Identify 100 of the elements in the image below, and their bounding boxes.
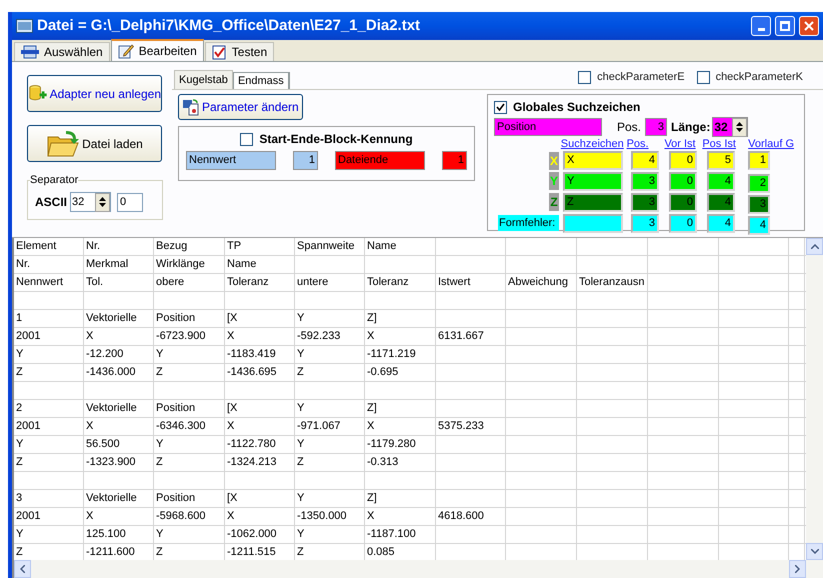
checkbox[interactable] <box>494 100 507 114</box>
column-header: Pos. <box>626 138 650 150</box>
table-cell: -12.200 <box>86 348 124 360</box>
value-field[interactable]: 0 <box>669 192 697 212</box>
value-field[interactable]: 0 <box>669 214 697 232</box>
table-cell: X <box>227 330 234 342</box>
value-field[interactable]: 3 <box>748 194 770 214</box>
table-cell: Position <box>156 492 196 504</box>
value-field[interactable]: Nennwert <box>186 151 276 170</box>
parameter-button[interactable]: Parameter ändern <box>178 94 303 120</box>
table-cell: -1187.100 <box>367 528 416 540</box>
table-cell: Element <box>16 240 56 252</box>
table-cell: Toleranz <box>367 276 409 288</box>
table-cell: 2001 <box>16 420 40 432</box>
value-field[interactable]: 4 <box>707 192 735 212</box>
table-cell: X <box>227 510 234 522</box>
length-label: Länge: <box>671 119 710 136</box>
tab[interactable]: Auswählen <box>14 42 110 61</box>
value-field[interactable]: Dateiende <box>335 151 425 170</box>
table-cell: -1183.419 <box>227 348 276 360</box>
table-cell: -592.233 <box>297 330 340 342</box>
checkbox[interactable] <box>696 70 710 84</box>
table-cell: [X <box>227 402 238 414</box>
column-header: Vor Ist <box>664 138 697 150</box>
table-cell: X <box>367 510 374 522</box>
inner-tab[interactable]: Kugelstab <box>174 70 233 89</box>
document-icon <box>182 98 200 116</box>
toolbar-button[interactable]: Adapter neu anlegen <box>27 75 162 112</box>
value-field[interactable]: 5 <box>707 151 735 170</box>
table-cell: obere <box>156 276 184 288</box>
table-cell: Spannweite <box>297 240 354 252</box>
error-label: Formfehler: <box>498 214 559 232</box>
table-cell: -1436.695 <box>227 366 277 378</box>
table-cell: Wirklänge <box>156 258 205 270</box>
table-cell: -1350.000 <box>297 510 347 522</box>
value-field[interactable]: 4 <box>707 172 735 190</box>
value-field[interactable]: 1 <box>293 151 318 170</box>
table-cell: Vektorielle <box>86 402 137 414</box>
minimize-button[interactable] <box>751 16 771 36</box>
value-field[interactable]: 3 <box>631 192 659 212</box>
value-field[interactable]: 4 <box>631 151 659 170</box>
pencil-icon <box>118 43 134 59</box>
pos-label: Pos. <box>617 119 642 136</box>
value-field[interactable]: 2 <box>748 174 770 192</box>
value-field[interactable]: 0 <box>669 151 697 170</box>
checkbox-label: checkParameterE <box>597 70 685 85</box>
table-cell: Z <box>156 456 163 468</box>
table-cell: 125.100 <box>86 528 126 540</box>
vertical-scrollbar[interactable] <box>806 238 823 560</box>
checklist-icon <box>212 44 227 60</box>
value-field[interactable]: 4 <box>707 214 735 232</box>
toolbar-button[interactable]: Datei laden <box>27 125 162 162</box>
pos-field[interactable]: 3 <box>645 118 668 136</box>
value-field[interactable]: 4 <box>748 216 770 234</box>
tab[interactable]: Testen <box>204 42 274 61</box>
inner-tab[interactable]: Endmass <box>232 72 290 89</box>
value-field[interactable]: 0 <box>669 172 697 190</box>
value-field[interactable]: Z <box>563 192 623 212</box>
bar-icon <box>21 45 39 59</box>
value-field[interactable]: X <box>563 151 623 170</box>
table-cell: -0.695 <box>367 366 398 378</box>
value-field[interactable]: Y <box>563 172 623 190</box>
table-cell: 3 <box>16 492 22 504</box>
table-cell: -1171.219 <box>367 348 416 360</box>
value-field[interactable] <box>563 214 623 232</box>
app-icon <box>16 19 33 33</box>
value-field[interactable]: 1 <box>442 151 467 170</box>
checkbox[interactable] <box>578 70 592 84</box>
table-cell: Y <box>156 348 164 360</box>
table-cell: -5968.600 <box>156 510 206 522</box>
table-cell: Nr. <box>16 258 30 270</box>
value-field[interactable]: 1 <box>748 151 770 170</box>
table-cell: -1211.515 <box>227 546 276 558</box>
value-field[interactable]: 3 <box>631 172 659 190</box>
table-cell: 2 <box>16 402 22 414</box>
table-cell: Position <box>156 402 196 414</box>
table-cell: -1179.280 <box>367 438 416 450</box>
checkbox[interactable] <box>240 132 254 146</box>
table-cell: Z <box>156 366 163 378</box>
column-header: Suchzeichen <box>560 138 625 150</box>
tab[interactable]: Bearbeiten <box>110 39 204 61</box>
close-button[interactable] <box>799 16 819 36</box>
table-cell: TP <box>227 240 242 252</box>
search-field[interactable]: Position <box>494 118 602 136</box>
code-field[interactable]: 0 <box>117 192 144 212</box>
table-cell: 2001 <box>16 510 40 522</box>
table-cell: Tol. <box>86 276 104 288</box>
table-cell: 1 <box>16 312 22 324</box>
table-cell: -1436.000 <box>86 366 136 378</box>
folder-icon <box>46 128 80 158</box>
table-cell: Nr. <box>86 240 100 252</box>
table-cell: -971.067 <box>297 420 340 432</box>
horizontal-scrollbar[interactable] <box>12 560 823 578</box>
table-cell: [X <box>227 492 238 504</box>
maximize-button[interactable] <box>775 16 795 36</box>
group-title: Separator <box>30 173 78 187</box>
table-cell: Y <box>16 348 24 360</box>
value-field[interactable]: 3 <box>631 214 659 232</box>
table-cell: -1211.600 <box>86 546 135 558</box>
table-cell: Name <box>227 258 256 270</box>
